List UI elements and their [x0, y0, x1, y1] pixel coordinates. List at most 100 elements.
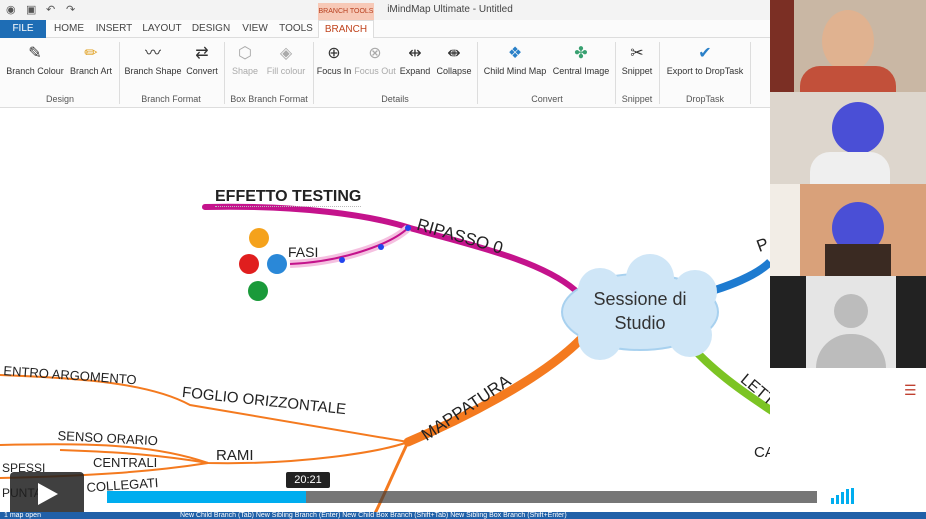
shape-label: Shape	[231, 66, 259, 76]
video-tile-teacher[interactable]	[770, 0, 926, 92]
group-box-branch-format: Box Branch Format	[230, 94, 308, 104]
status-hints: New Child Branch (Tab) New Sibling Branc…	[180, 512, 567, 519]
central-image-icon: ✤	[574, 45, 588, 62]
icon-blue[interactable]	[267, 254, 287, 274]
video-tile-avatar[interactable]	[770, 276, 926, 368]
participant-hair	[825, 244, 891, 276]
branch-ripasso[interactable]	[202, 203, 578, 293]
avatar-head	[834, 294, 868, 328]
fill-colour-label: Fill colour	[266, 66, 306, 76]
central-image-button[interactable]: ✤ Central Image	[550, 42, 612, 84]
ribbon-divider	[659, 42, 660, 104]
branch-art-button[interactable]: ✏ Branch Art	[66, 42, 116, 84]
branch-shape-icon: 〰	[144, 45, 161, 62]
fullscreen-icon[interactable]: ⤢	[894, 486, 908, 508]
branch-shape-button[interactable]: 〰 Branch Shape	[122, 42, 184, 84]
branch-rami[interactable]	[0, 441, 409, 465]
central-topic-line2[interactable]: Studio	[580, 313, 700, 334]
ribbon-divider	[313, 42, 314, 104]
tab-design[interactable]: DESIGN	[190, 20, 232, 38]
tab-view[interactable]: VIEW	[238, 20, 272, 38]
status-maps-open: 1 map open	[4, 512, 41, 519]
volume-icon[interactable]	[831, 488, 855, 504]
branch-handle[interactable]	[339, 257, 345, 263]
play-icon	[38, 483, 58, 505]
branch-shape-label: Branch Shape	[124, 66, 182, 76]
focus-out-button[interactable]: ⊗ Focus Out	[354, 42, 396, 84]
participant-face	[822, 10, 874, 72]
tab-tools[interactable]: TOOLS	[276, 20, 316, 38]
tab-home[interactable]: HOME	[50, 20, 88, 38]
label-effetto-testing[interactable]: EFFETTO TESTING	[215, 188, 362, 207]
convert-icon: ⇄	[195, 45, 209, 62]
video-tile-student-2[interactable]	[770, 184, 926, 276]
settings-gear-icon[interactable]: ⚙	[866, 485, 884, 507]
branch-handle[interactable]	[405, 225, 411, 231]
branch-p[interactable]	[713, 259, 770, 294]
fill-colour-button[interactable]: ◈ Fill colour	[264, 42, 308, 84]
central-image-label: Central Image	[552, 66, 610, 76]
label-ca[interactable]: CA	[754, 444, 770, 461]
collapse-button[interactable]: ⇼ Collapse	[434, 42, 474, 84]
tab-insert[interactable]: INSERT	[94, 20, 134, 38]
child-map-icon: ❖	[507, 45, 523, 62]
group-snippet: Snippet	[621, 94, 653, 104]
child-mind-map-label: Child Mind Map	[483, 66, 547, 76]
fill-colour-icon: ◈	[279, 45, 293, 62]
branch-colour-label: Branch Colour	[6, 66, 64, 76]
mind-map-canvas[interactable]: Sessione di Studio EFFETTO TESTING RIPAS…	[0, 109, 770, 519]
context-tab-branch-tools: BRANCH TOOLS	[318, 3, 374, 20]
convert-label: Convert	[186, 66, 218, 76]
snippet-label: Snippet	[621, 66, 653, 76]
time-tooltip: 20:21	[286, 472, 330, 488]
expand-icon: ⇹	[408, 45, 422, 62]
export-droptask-button[interactable]: ✔ Export to DropTask	[662, 42, 748, 84]
collapse-label: Collapse	[436, 66, 472, 76]
redo-icon[interactable]: ↷	[66, 3, 75, 16]
tab-branch[interactable]: BRANCH	[318, 20, 374, 38]
gantt-icon[interactable]: ☰	[904, 382, 922, 404]
central-topic-line1[interactable]: Sessione di	[580, 289, 700, 310]
icon-green[interactable]	[248, 281, 268, 301]
ribbon-divider	[750, 42, 751, 104]
branch-colour-icon: ✎	[28, 45, 42, 62]
group-droptask: DropTask	[685, 94, 724, 104]
icon-yellow[interactable]	[249, 228, 269, 248]
participant-shirt	[800, 66, 896, 92]
background-wall	[770, 184, 800, 276]
undo-icon[interactable]: ↶	[46, 3, 55, 16]
branch-handle[interactable]	[378, 244, 384, 250]
shape-button[interactable]: ⬡ Shape	[228, 42, 262, 84]
avatar-body	[816, 334, 886, 368]
ribbon-divider	[615, 42, 616, 104]
play-button[interactable]	[10, 472, 84, 516]
branch-colour-button[interactable]: ✎ Branch Colour	[4, 42, 66, 84]
ribbon-divider	[224, 42, 225, 104]
snippet-button[interactable]: ✂ Snippet	[618, 42, 656, 84]
focus-in-label: Focus In	[316, 66, 352, 76]
tab-file[interactable]: FILE	[0, 20, 46, 38]
convert-branch-button[interactable]: ⇄ Convert	[184, 42, 220, 84]
status-bar: 1 map open New Child Branch (Tab) New Si…	[0, 512, 926, 519]
label-centrali[interactable]: CENTRALI	[93, 455, 157, 470]
participant-shirt	[810, 152, 890, 184]
tab-layout[interactable]: LAYOUT	[140, 20, 184, 38]
expand-label: Expand	[399, 66, 431, 76]
branch-action-icons	[239, 228, 287, 301]
avatar	[806, 276, 896, 368]
face-blur	[832, 102, 884, 154]
progress-track[interactable]	[107, 491, 817, 503]
child-mind-map-button[interactable]: ❖ Child Mind Map	[482, 42, 548, 84]
expand-button[interactable]: ⇹ Expand	[398, 42, 432, 84]
label-fasi[interactable]: FASI	[288, 244, 318, 260]
label-rami[interactable]: RAMI	[216, 447, 254, 464]
icon-red[interactable]	[239, 254, 259, 274]
video-tile-student-1[interactable]	[770, 92, 926, 184]
ribbon-divider	[119, 42, 120, 104]
save-icon[interactable]: ▣	[26, 3, 36, 16]
title-bar: ◉ ▣ ↶ ↷ iMindMap Ultimate - Untitled BRA…	[0, 0, 770, 20]
app-logo-icon: ◉	[6, 4, 16, 16]
focus-in-button[interactable]: ⊕ Focus In	[316, 42, 352, 84]
imindmap-window: ◉ ▣ ↶ ↷ iMindMap Ultimate - Untitled BRA…	[0, 0, 770, 519]
crosshair-out-icon: ⊗	[368, 45, 382, 62]
